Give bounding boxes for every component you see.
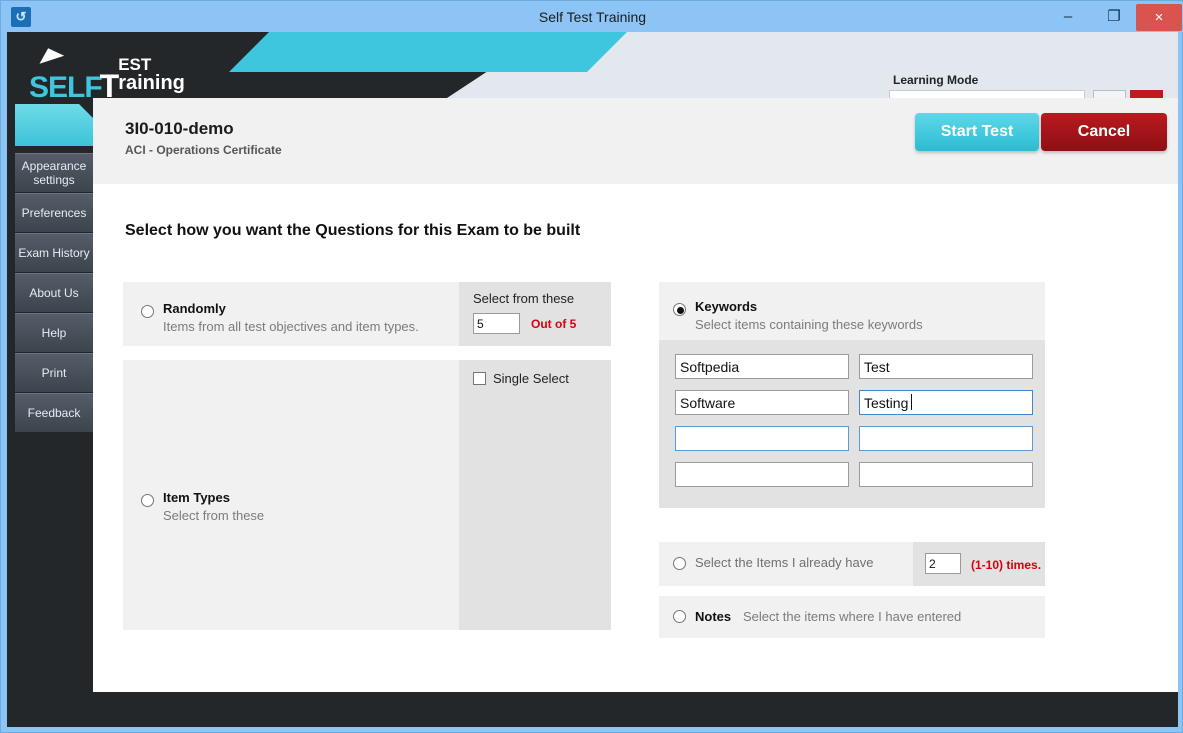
item-types-option-panel[interactable]: Item Types Select from these (123, 360, 459, 630)
logo-text-raining: raining (118, 72, 185, 94)
sidebar-item-label: Feedback (27, 406, 81, 420)
title-bar: ↺ Self Test Training – ❐ × (2, 2, 1183, 32)
window-title: Self Test Training (538, 9, 647, 25)
randomly-description: Items from all test objectives and item … (163, 319, 419, 334)
brand-header: SELFT EST raining Learning Mode (7, 32, 1178, 98)
minimize-button[interactable]: – (1045, 3, 1091, 31)
sidebar-item-feedback[interactable]: Feedback (15, 393, 93, 433)
item-types-list-panel: Single Select (459, 360, 611, 630)
app-logo: SELFT EST raining (29, 44, 185, 98)
item-types-description: Select from these (163, 508, 265, 523)
already-have-range-note: (1-10) times. (971, 558, 1042, 572)
exam-toolbar: 3I0-010-demo ACI - Operations Certificat… (93, 98, 1178, 184)
notes-description: Select the items where I have entered (743, 609, 962, 624)
cancel-button[interactable]: Cancel (1041, 113, 1167, 151)
keyword-input-3[interactable] (675, 390, 849, 415)
keyword-input-4[interactable] (859, 390, 1033, 415)
logo-text-self: SELF (29, 71, 103, 98)
single-select-label: Single Select (493, 371, 569, 386)
content-panel: 3I0-010-demo ACI - Operations Certificat… (93, 98, 1178, 692)
keyword-input-6[interactable] (859, 426, 1033, 451)
sidebar: Appearance settings Preferences Exam His… (7, 98, 93, 727)
sidebar-item-preferences[interactable]: Preferences (15, 193, 93, 233)
logo-text-t: T (99, 68, 120, 98)
already-have-count-input[interactable] (925, 553, 961, 574)
sidebar-item-label: Exam History (18, 246, 90, 260)
maximize-button[interactable]: ❐ (1091, 3, 1137, 31)
welcome-input[interactable] (889, 90, 1085, 98)
sidebar-item-label: Appearance settings (21, 159, 87, 187)
item-types-label: Item Types (163, 490, 230, 505)
notes-radio[interactable] (673, 610, 686, 623)
text-cursor (911, 394, 912, 410)
sidebar-item-help[interactable]: Help (15, 313, 93, 353)
already-have-label: Select the Items I already have (695, 555, 874, 570)
item-types-radio[interactable] (141, 494, 154, 507)
settings-gear-button[interactable] (1093, 90, 1126, 98)
learning-mode-label: Learning Mode (893, 73, 979, 87)
randomly-count-input[interactable] (473, 313, 520, 334)
section-heading: Select how you want the Questions for th… (125, 222, 581, 239)
power-button[interactable] (1130, 90, 1163, 98)
sidebar-item-label: Print (41, 366, 67, 380)
keywords-fields-panel (659, 340, 1045, 508)
notes-label: Notes (695, 609, 732, 624)
app-body: SELFTESTraining Learning Mode Appearance… (7, 32, 1178, 727)
notes-option-panel[interactable]: Notes Select the items where I have ente… (659, 596, 1045, 638)
randomly-out-of-label: Out of 5 (531, 317, 577, 331)
sidebar-item-exam-history[interactable]: Exam History (15, 233, 93, 273)
randomly-label: Randomly (163, 301, 226, 316)
keyword-input-2[interactable] (859, 354, 1033, 379)
keywords-option-panel[interactable]: Keywords Select items containing these k… (659, 282, 1045, 340)
close-button[interactable]: × (1136, 4, 1182, 31)
single-select-checkbox[interactable] (473, 372, 486, 385)
keyword-input-5[interactable] (675, 426, 849, 451)
sidebar-item-label: About Us (29, 286, 79, 300)
already-have-radio[interactable] (673, 557, 686, 570)
keywords-description: Select items containing these keywords (695, 317, 923, 332)
randomly-radio[interactable] (141, 305, 154, 318)
keyword-input-7[interactable] (675, 462, 849, 487)
already-have-count-panel: (1-10) times. (913, 542, 1045, 586)
select-from-these-label: Select from these (473, 291, 575, 306)
sidebar-item-about-us[interactable]: About Us (15, 273, 93, 313)
logo-stack: EST raining (118, 56, 185, 93)
logo-text-est: EST (118, 55, 152, 74)
start-test-button[interactable]: Start Test (915, 113, 1039, 151)
sidebar-item-label: Preferences (21, 206, 87, 220)
keywords-radio[interactable] (673, 303, 686, 316)
keywords-label: Keywords (695, 299, 758, 314)
sidebar-item-appearance-settings[interactable]: Appearance settings (15, 153, 93, 193)
application-window: ↺ Self Test Training – ❐ × SELFT EST raini… (0, 0, 1183, 733)
keyword-input-8[interactable] (859, 462, 1033, 487)
sidebar-item-print[interactable]: Print (15, 353, 93, 393)
randomly-count-panel: Select from these Out of 5 (459, 282, 611, 346)
randomly-option-panel[interactable]: Randomly Items from all test objectives … (123, 282, 459, 346)
page-subtitle: ACI - Operations Certificate (125, 143, 282, 157)
keyword-input-1[interactable] (675, 354, 849, 379)
page-title: 3I0-010-demo (125, 119, 234, 138)
sidebar-item-label: Help (41, 326, 67, 340)
sidebar-active-tab[interactable] (15, 104, 93, 146)
